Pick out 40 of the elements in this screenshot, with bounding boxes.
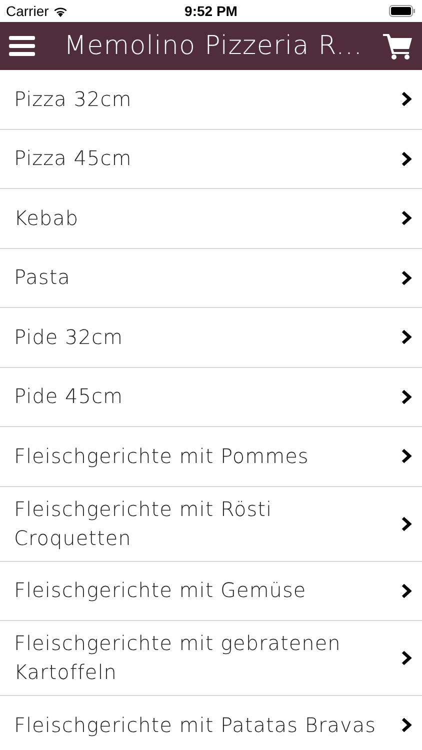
chevron-right-icon	[401, 650, 412, 666]
category-item[interactable]: Pide 45cm	[0, 368, 422, 427]
category-label: Pizza 32cm	[14, 86, 132, 113]
chevron-right-icon	[401, 91, 412, 108]
category-label: Fleischgerichte mit Gemüse	[14, 577, 306, 604]
chevron-right-icon	[401, 582, 412, 599]
wifi-icon	[52, 6, 68, 16]
category-label: Fleischgerichte mit gebratenen Kartoffeln	[14, 630, 342, 686]
chevron-right-icon	[401, 717, 412, 734]
cart-icon	[383, 32, 413, 60]
chevron-right-icon	[401, 270, 412, 286]
battery-icon	[389, 5, 416, 17]
category-label: Pide 32cm	[14, 324, 123, 351]
category-label: Fleischgerichte mit Patatas Bravas	[14, 712, 376, 739]
header-title: Memolino Pizzeria R...	[64, 30, 364, 62]
category-item[interactable]: Pasta	[0, 248, 422, 308]
chevron-right-icon	[401, 150, 412, 167]
chevron-right-icon	[401, 516, 412, 532]
category-label: Pasta	[14, 264, 70, 292]
chevron-right-icon	[401, 210, 412, 226]
category-item[interactable]: Pizza 45cm	[0, 130, 422, 189]
status-time: 9:52 PM	[184, 2, 238, 20]
carrier-label: Carrier	[6, 2, 49, 20]
category-label: Pide 45cm	[14, 383, 123, 410]
category-label: Fleischgerichte mit Rösti Croquetten	[14, 496, 274, 552]
category-item[interactable]: Fleischgerichte mit Rösti Croquetten	[0, 486, 422, 562]
category-item[interactable]: Pide 32cm	[0, 308, 422, 368]
chevron-right-icon	[401, 448, 412, 464]
category-item[interactable]: Fleischgerichte mit Patatas Bravas	[0, 696, 422, 750]
category-item[interactable]: Fleischgerichte mit Pommes	[0, 427, 422, 486]
category-label: Pizza 45cm	[14, 145, 132, 172]
category-item[interactable]: Fleischgerichte mit gebratenen Kartoffeln	[0, 621, 422, 696]
category-item[interactable]: Kebab	[0, 189, 422, 248]
chevron-right-icon	[401, 388, 412, 405]
category-label: Kebab	[14, 204, 79, 232]
category-label: Fleischgerichte mit Pommes	[14, 442, 309, 470]
category-item[interactable]: Fleischgerichte mit Gemüse	[0, 562, 422, 621]
menu-icon	[9, 35, 35, 57]
category-item[interactable]: Pizza 32cm	[0, 70, 422, 130]
chevron-right-icon	[401, 329, 412, 346]
